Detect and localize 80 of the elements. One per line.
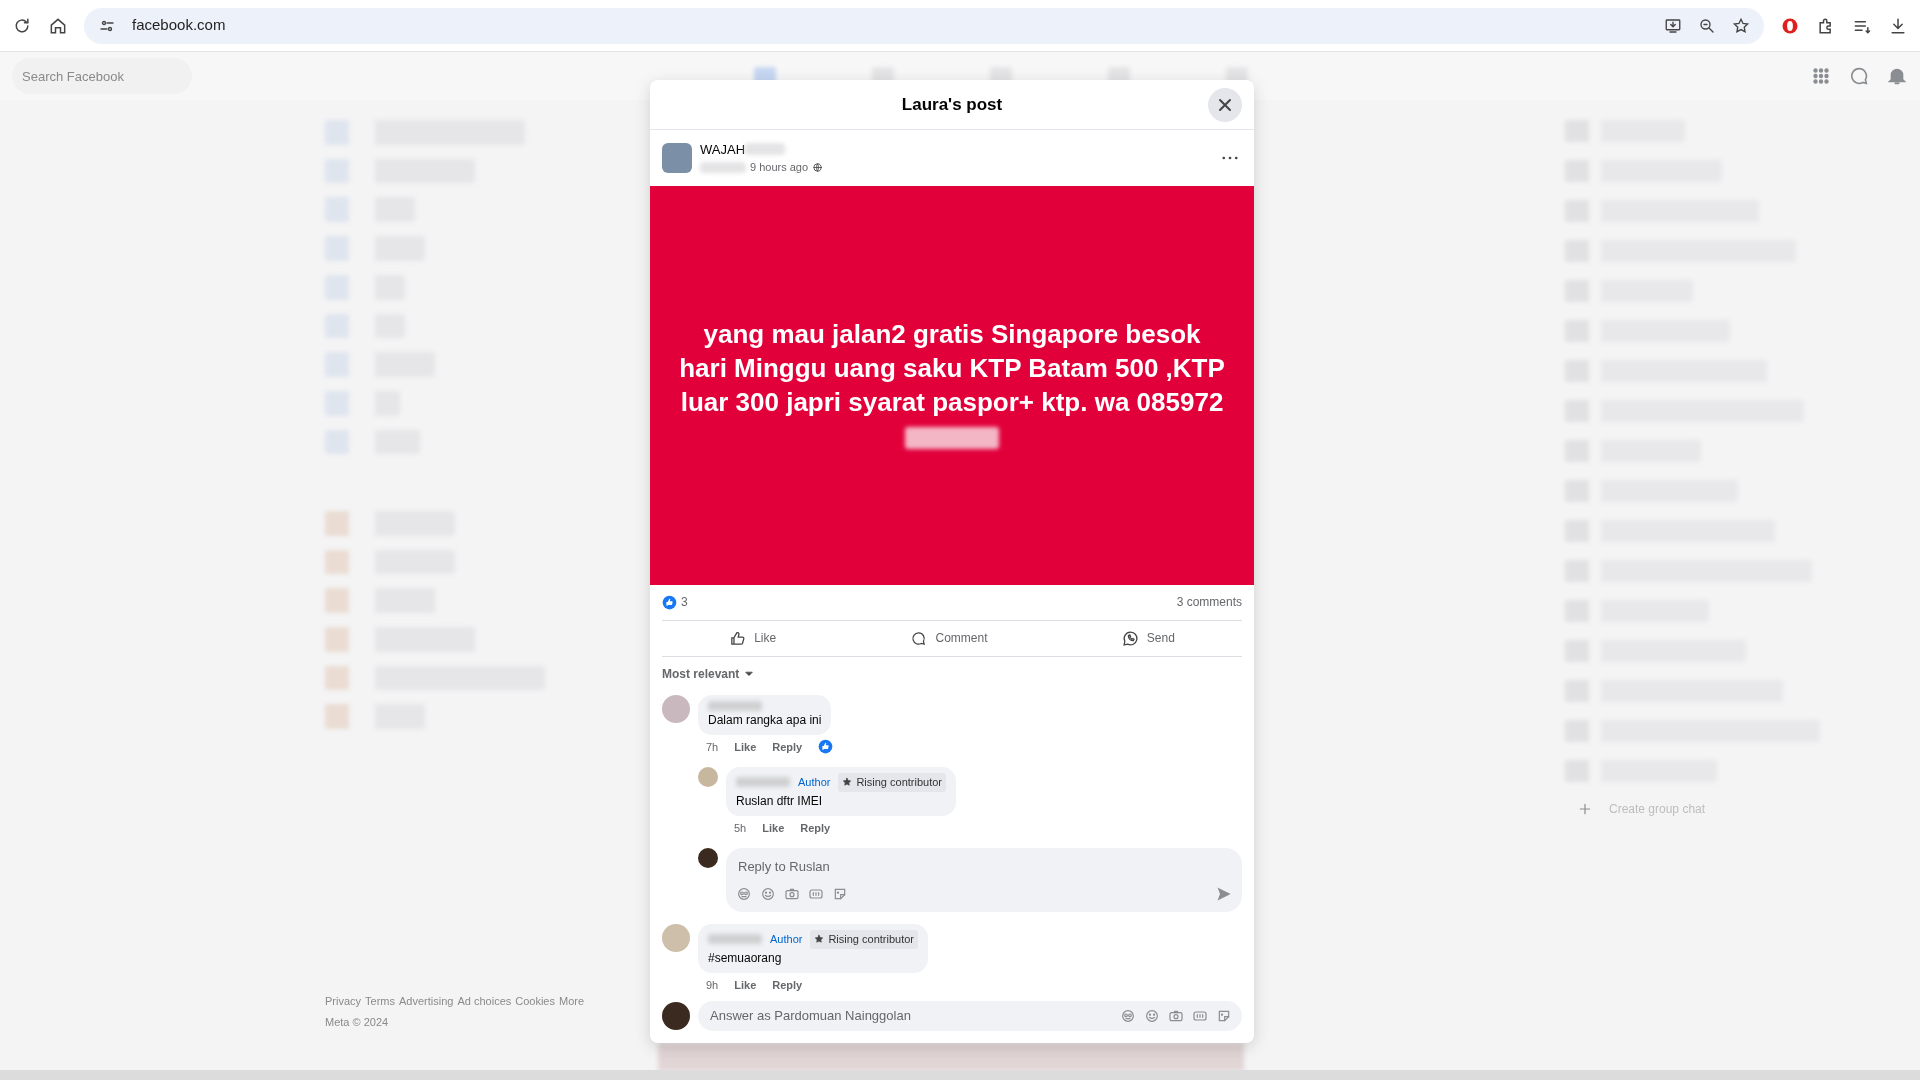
commenter-avatar[interactable] bbox=[698, 767, 718, 787]
bookmark-star-icon[interactable] bbox=[1732, 16, 1750, 35]
install-app-icon[interactable] bbox=[1664, 16, 1682, 35]
user-avatar[interactable] bbox=[662, 1002, 690, 1030]
comment-like-link[interactable]: Like bbox=[762, 819, 785, 836]
emoji-icon[interactable] bbox=[760, 885, 776, 902]
close-button[interactable] bbox=[1208, 88, 1242, 122]
commenter-avatar[interactable] bbox=[662, 924, 690, 952]
dialog-title: Laura's post bbox=[901, 93, 1003, 116]
redacted-name bbox=[700, 161, 746, 173]
comment-time[interactable]: 9h bbox=[706, 976, 719, 993]
plus-icon bbox=[1577, 801, 1593, 817]
avatar-sticker-icon[interactable] bbox=[1120, 1008, 1136, 1024]
reply-input-field[interactable]: Reply to Ruslan bbox=[736, 856, 1232, 878]
user-avatar[interactable] bbox=[698, 848, 718, 868]
send-action-button[interactable]: Send bbox=[1109, 620, 1187, 656]
rising-contributor-badge: Rising contributor bbox=[810, 930, 918, 949]
redacted-name bbox=[736, 777, 790, 788]
footer-link[interactable]: More bbox=[559, 993, 585, 1010]
url-text: facebook.com bbox=[132, 15, 226, 36]
blurred-shortcut-item[interactable] bbox=[325, 549, 455, 575]
comment-text: #semuaorang bbox=[708, 949, 783, 967]
redacted-name bbox=[708, 700, 762, 711]
blurred-shortcut-item[interactable] bbox=[325, 665, 545, 691]
reaction-count[interactable]: 3 bbox=[681, 593, 688, 611]
send-icon[interactable] bbox=[1216, 885, 1232, 902]
gif-icon[interactable] bbox=[1192, 1008, 1208, 1024]
zoom-icon[interactable] bbox=[1698, 16, 1716, 35]
redacted-name bbox=[745, 143, 786, 156]
copyright-text: Meta © 2024 bbox=[325, 1014, 390, 1030]
author-label: Author bbox=[770, 932, 803, 947]
footer-link[interactable]: Cookies bbox=[515, 993, 555, 1010]
comment-reply-link[interactable]: Reply bbox=[800, 819, 831, 836]
blurred-shortcut-item[interactable] bbox=[325, 510, 455, 536]
star-icon bbox=[842, 777, 853, 788]
blurred-shortcut-item[interactable] bbox=[325, 588, 435, 613]
footer-link[interactable]: Terms bbox=[365, 993, 395, 1010]
messenger-icon[interactable] bbox=[1848, 65, 1870, 87]
like-reaction-icon[interactable] bbox=[662, 594, 677, 610]
like-action-button[interactable]: Like bbox=[717, 620, 789, 656]
whatsapp-icon bbox=[1121, 629, 1139, 647]
star-icon bbox=[814, 934, 825, 945]
post-text: yang mau jalan2 gratis Singapore besok hari Minggu uang saku KTP Batam 500 ,KTP luar 300 japri syarat paspor+ ktp. wa 085972 bbox=[679, 319, 1225, 418]
apps-menu-icon[interactable] bbox=[1810, 65, 1832, 87]
comment-reply-link[interactable]: Reply bbox=[772, 976, 803, 993]
post-time[interactable]: 9 hours ago bbox=[750, 159, 809, 176]
footer-link[interactable]: Privacy bbox=[325, 993, 362, 1010]
commenter-avatar[interactable] bbox=[662, 694, 690, 723]
rising-contributor-badge: Rising contributor bbox=[838, 773, 946, 792]
author-name[interactable]: WAJAH bbox=[700, 139, 746, 160]
comment-box[interactable]: Answer as Pardomuan Nainggolan bbox=[698, 1001, 1242, 1031]
avatar-sticker-icon[interactable] bbox=[736, 885, 752, 902]
footer-link[interactable]: Advertising bbox=[399, 993, 454, 1010]
reply-box[interactable]: Reply to Ruslan bbox=[726, 848, 1242, 912]
sticker-icon[interactable] bbox=[1216, 1008, 1232, 1024]
redacted-name bbox=[708, 934, 762, 945]
search-field[interactable]: Search Facebook bbox=[12, 58, 192, 94]
comment-text: Dalam rangka apa ini bbox=[708, 711, 822, 729]
comment-reply-link[interactable]: Reply bbox=[772, 738, 803, 755]
comments-count-link[interactable]: 3 comments bbox=[1176, 593, 1242, 611]
comment-action-button[interactable]: Comment bbox=[898, 620, 1000, 656]
sort-comments-dropdown[interactable]: Most relevant bbox=[662, 664, 756, 683]
audience-globe-icon[interactable] bbox=[812, 161, 824, 173]
footer-link[interactable]: Ad choices bbox=[457, 993, 512, 1010]
blurred-shortcut-item[interactable] bbox=[325, 704, 425, 730]
page-avatar bbox=[662, 142, 692, 173]
comment-like-link[interactable]: Like bbox=[734, 976, 757, 993]
comment-time[interactable]: 5h bbox=[734, 819, 747, 836]
camera-icon[interactable] bbox=[1168, 1008, 1184, 1024]
thumbs-up-icon bbox=[729, 629, 747, 647]
comment-time[interactable]: 7h bbox=[706, 738, 719, 755]
speech-bubble-icon bbox=[910, 629, 928, 647]
emoji-icon[interactable] bbox=[1144, 1008, 1160, 1024]
address-bar[interactable]: facebook.com bbox=[84, 7, 1764, 44]
comment-text: Ruslan dftr IMEI bbox=[736, 792, 824, 810]
author-label: Author bbox=[798, 775, 831, 790]
blurred-shortcut-item[interactable] bbox=[325, 626, 475, 652]
more-icon bbox=[1222, 156, 1238, 161]
comment-input-field[interactable]: Answer as Pardomuan Nainggolan bbox=[708, 1005, 1112, 1027]
comment-like-link[interactable]: Like bbox=[734, 738, 757, 755]
